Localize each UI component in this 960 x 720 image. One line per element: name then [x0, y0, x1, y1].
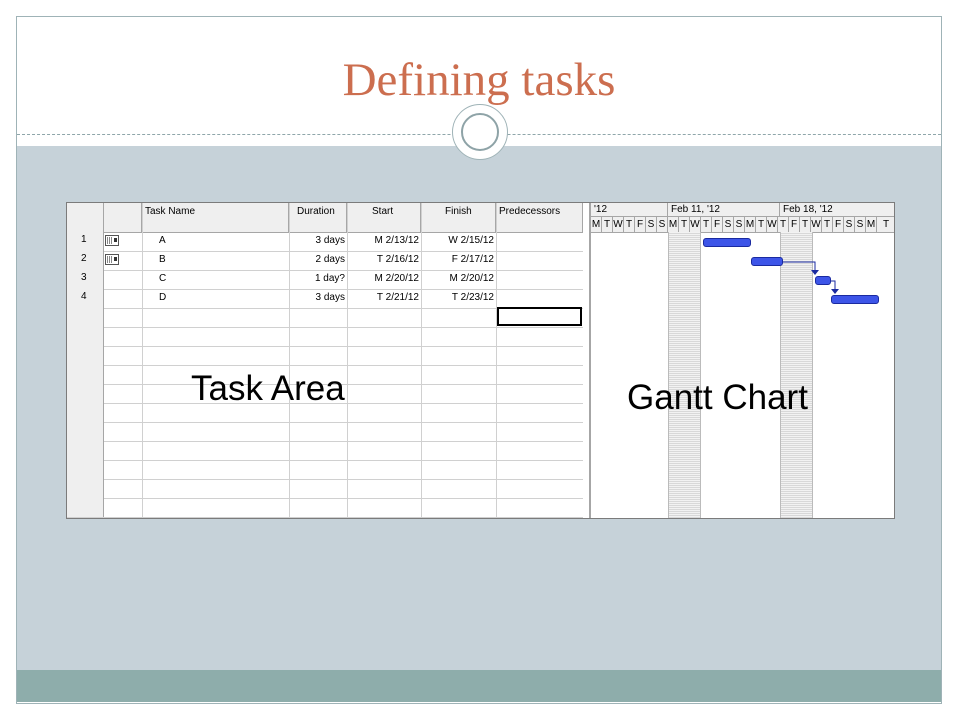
- task-name-cell[interactable]: A: [159, 235, 166, 246]
- row-id: [67, 498, 104, 517]
- row-number-header[interactable]: [67, 203, 104, 232]
- row-id: [67, 441, 104, 460]
- footer-band: [17, 670, 941, 702]
- table-row[interactable]: [67, 460, 583, 480]
- indicators-header[interactable]: i: [104, 203, 142, 232]
- finish-header[interactable]: Finish: [421, 203, 496, 232]
- finish-cell[interactable]: F 2/17/12: [421, 254, 494, 265]
- table-row[interactable]: [67, 327, 583, 347]
- table-row[interactable]: [67, 422, 583, 442]
- finish-cell[interactable]: T 2/23/12: [421, 292, 494, 303]
- table-row[interactable]: [67, 479, 583, 499]
- row-id: [67, 479, 104, 498]
- arrowhead-icon: [811, 270, 819, 275]
- row-id: [67, 460, 104, 479]
- table-row[interactable]: [67, 346, 583, 366]
- task-name-cell[interactable]: D: [159, 292, 166, 303]
- task-name-cell[interactable]: B: [159, 254, 166, 265]
- table-row[interactable]: 2 B 2 days T 2/16/12 F 2/17/12: [67, 251, 583, 271]
- row-id: 1: [67, 232, 104, 251]
- predecessors-header[interactable]: Predecessors: [496, 203, 583, 232]
- row-id: [67, 384, 104, 403]
- arrowhead-icon: [831, 289, 839, 294]
- dependency-arrow: [783, 261, 816, 273]
- task-indicator-icon: [105, 254, 119, 265]
- row-id: 2: [67, 251, 104, 270]
- start-cell[interactable]: M 2/13/12: [347, 235, 419, 246]
- duration-cell[interactable]: 1 day?: [289, 273, 345, 284]
- finish-cell[interactable]: W 2/15/12: [421, 235, 494, 246]
- start-cell[interactable]: T 2/21/12: [347, 292, 419, 303]
- project-screenshot: i Task Name Duration Start Finish Predec…: [66, 202, 895, 519]
- task-indicator-icon: [105, 235, 119, 246]
- table-row[interactable]: 3 C 1 day? M 2/20/12 M 2/20/12: [67, 270, 583, 290]
- row-id: [67, 365, 104, 384]
- task-area-label: Task Area: [191, 369, 345, 408]
- dependency-arrows: [783, 261, 839, 294]
- selected-predecessor-cell[interactable]: [497, 307, 582, 326]
- row-id: [67, 403, 104, 422]
- start-cell[interactable]: T 2/16/12: [347, 254, 419, 265]
- task-table-header: i Task Name Duration Start Finish Predec…: [67, 203, 583, 233]
- row-id: 3: [67, 270, 104, 289]
- row-id: [67, 422, 104, 441]
- gantt-chart-label: Gantt Chart: [627, 378, 808, 417]
- table-row[interactable]: 4 D 3 days T 2/21/12 T 2/23/12: [67, 289, 583, 309]
- duration-cell[interactable]: 2 days: [289, 254, 345, 265]
- start-cell[interactable]: M 2/20/12: [347, 273, 419, 284]
- table-row[interactable]: [67, 498, 583, 518]
- duration-cell[interactable]: 3 days: [289, 235, 345, 246]
- duration-cell[interactable]: 3 days: [289, 292, 345, 303]
- task-name-cell[interactable]: C: [159, 273, 166, 284]
- row-id: [67, 327, 104, 346]
- row-id: 4: [67, 289, 104, 308]
- circle-ornament-icon: [452, 104, 508, 160]
- finish-cell[interactable]: M 2/20/12: [421, 273, 494, 284]
- gantt-chart: '12 Feb 11, '12 Feb 18, '12 M T W T F S …: [589, 203, 894, 518]
- duration-header[interactable]: Duration: [289, 203, 347, 232]
- row-id: [67, 308, 104, 327]
- row-id: [67, 346, 104, 365]
- table-row[interactable]: [67, 441, 583, 461]
- table-row[interactable]: 1 A 3 days M 2/13/12 W 2/15/12: [67, 232, 583, 252]
- task-name-header[interactable]: Task Name: [142, 203, 289, 232]
- slide-title: Defining tasks: [342, 54, 616, 106]
- task-table: i Task Name Duration Start Finish Predec…: [67, 203, 583, 518]
- start-header[interactable]: Start: [347, 203, 421, 232]
